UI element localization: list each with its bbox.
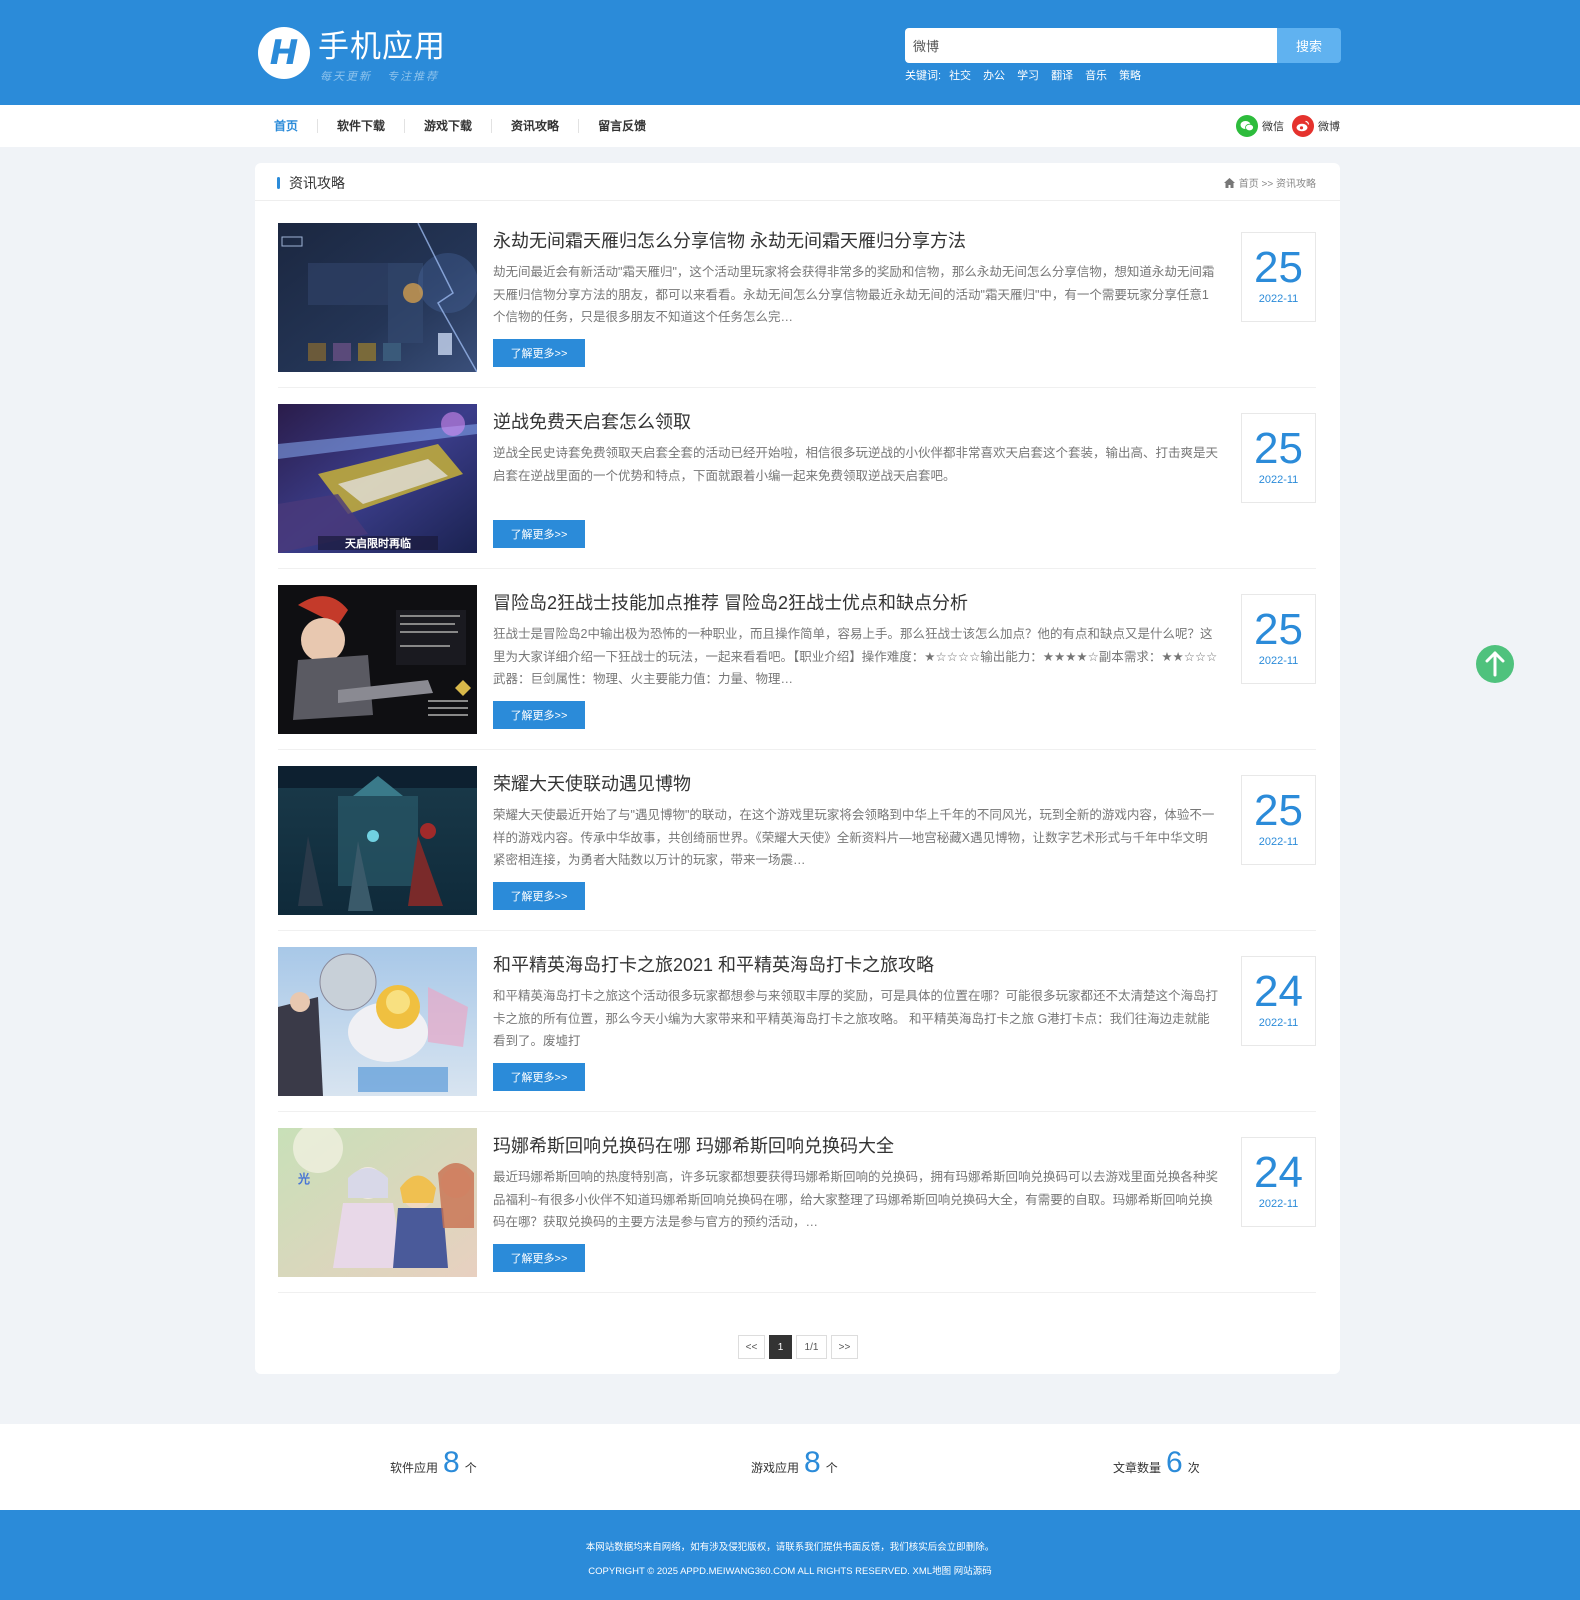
article-item: 天启限时再临 逆战免费天启套怎么领取 逆战全民史诗套免费领取天启套全套的活动已经… [278, 404, 1316, 569]
article-summary: 和平精英海岛打卡之旅这个活动很多玩家都想参与来领取丰厚的奖励，可是具体的位置在哪… [493, 989, 1219, 1048]
date-badge: 25 2022-11 [1241, 232, 1316, 322]
search-box: 搜索 [905, 28, 1341, 63]
search-input[interactable] [905, 28, 1277, 63]
date-badge: 24 2022-11 [1241, 1137, 1316, 1227]
search-button[interactable]: 搜索 [1277, 28, 1341, 63]
date-day: 25 [1254, 605, 1303, 654]
nav-item-feedback[interactable]: 留言反馈 [579, 119, 665, 133]
article-thumbnail[interactable] [278, 947, 477, 1096]
article-thumbnail[interactable]: 光 [278, 1128, 477, 1277]
article-summary: 劫无间最近会有新活动"霜天雁归"，这个活动里玩家将会获得非常多的奖励和信物，那么… [493, 265, 1215, 324]
date-badge: 25 2022-11 [1241, 775, 1316, 865]
article-item: 冒险岛2狂战士技能加点推荐 冒险岛2狂战士优点和缺点分析 狂战士是冒险岛2中输出… [278, 585, 1316, 750]
panel-header: 资讯攻略 首页 >> 资讯攻略 [255, 163, 1340, 201]
nav-item-software[interactable]: 软件下载 [318, 119, 406, 133]
article-thumbnail[interactable] [278, 223, 477, 372]
article-title[interactable]: 冒险岛2狂战士技能加点推荐 冒险岛2狂战士优点和缺点分析 [493, 589, 968, 615]
nav-item-home[interactable]: 首页 [255, 119, 319, 133]
article-summary: 荣耀大天使最近开始了与"遇见博物"的联动，在这个游戏里玩家将会领略到中华上千年的… [493, 808, 1215, 867]
article-title[interactable]: 永劫无间霜天雁归怎么分享信物 永劫无间霜天雁归分享方法 [493, 227, 966, 253]
keywords-label: 关键词: [905, 70, 942, 82]
article-thumbnail[interactable] [278, 585, 477, 734]
keyword-link[interactable]: 社交 [949, 67, 971, 83]
read-more-button[interactable]: 了解更多>> [493, 520, 585, 548]
back-to-top-button[interactable] [1476, 645, 1514, 683]
svg-text:天启限时再临: 天启限时再临 [345, 536, 411, 550]
footer-disclaimer: 本网站数据均来自网络，如有涉及侵犯版权，请联系我们提供书面反馈，我们核实后会立即… [585, 1542, 995, 1553]
date-year-month: 2022-11 [1258, 1017, 1299, 1029]
site-slogan: 每天更新 专注推荐 [320, 71, 440, 83]
read-more-button[interactable]: 了解更多>> [493, 701, 585, 729]
stat-games: 游戏应用 8 个 [751, 1446, 838, 1479]
article-title[interactable]: 玛娜希斯回响兑换码在哪 玛娜希斯回响兑换码大全 [493, 1132, 894, 1158]
date-day: 25 [1254, 786, 1303, 835]
date-day: 24 [1254, 967, 1303, 1016]
date-badge: 24 2022-11 [1241, 956, 1316, 1046]
date-day: 25 [1254, 424, 1303, 473]
article-item: 和平精英海岛打卡之旅2021 和平精英海岛打卡之旅攻略 和平精英海岛打卡之旅这个… [278, 947, 1316, 1112]
article-item: 永劫无间霜天雁归怎么分享信物 永劫无间霜天雁归分享方法 劫无间最近会有新活动"霜… [278, 223, 1316, 388]
site-title: 手机应用 [318, 29, 446, 64]
date-year-month: 2022-11 [1258, 836, 1299, 848]
nav-item-games[interactable]: 游戏下载 [405, 119, 493, 133]
panel-title: 资讯攻略 [277, 173, 345, 193]
date-year-month: 2022-11 [1258, 293, 1299, 305]
main-nav: 首页 软件下载 游戏下载 资讯攻略 留言反馈 微信 微博 [0, 105, 1580, 147]
article-thumbnail[interactable] [278, 766, 477, 915]
read-more-button[interactable]: 了解更多>> [493, 1244, 585, 1272]
site-footer: 本网站数据均来自网络，如有涉及侵犯版权，请联系我们提供书面反馈，我们核实后会立即… [0, 1510, 1580, 1600]
weibo-icon [1292, 115, 1314, 137]
keyword-link[interactable]: 翻译 [1051, 67, 1073, 83]
date-badge: 25 2022-11 [1241, 594, 1316, 684]
date-badge: 25 2022-11 [1241, 413, 1316, 503]
article-item: 荣耀大天使联动遇见博物 荣耀大天使最近开始了与"遇见博物"的联动，在这个游戏里玩… [278, 766, 1316, 931]
stat-articles: 文章数量 6 次 [1113, 1446, 1200, 1479]
date-day: 25 [1254, 243, 1303, 292]
page-info: 1/1 [796, 1335, 827, 1359]
arrow-up-icon [1485, 651, 1505, 677]
keyword-link[interactable]: 音乐 [1085, 67, 1107, 83]
article-summary: 最近玛娜希斯回响的热度特别高，许多玩家都想要获得玛娜希斯回响的兑换码，拥有玛娜希… [493, 1170, 1219, 1229]
article-thumbnail[interactable]: 天启限时再临 [278, 404, 477, 553]
logo-icon: H [258, 27, 310, 79]
home-icon [1223, 177, 1235, 188]
weibo-link[interactable]: 微博 [1292, 115, 1340, 137]
article-title[interactable]: 逆战免费天启套怎么领取 [493, 408, 691, 434]
pagination: << 1 1/1 >> [738, 1335, 862, 1359]
site-stats: 软件应用 8 个 游戏应用 8 个 文章数量 6 次 [0, 1424, 1580, 1510]
site-header: H 手机应用 每天更新 专注推荐 搜索 关键词: 社交 办公 学习 翻译 音乐 … [0, 0, 1580, 105]
wechat-icon [1236, 115, 1258, 137]
next-page-button[interactable]: >> [831, 1335, 858, 1359]
nav-item-news[interactable]: 资讯攻略 [492, 119, 580, 133]
wechat-label: 微信 [1262, 121, 1284, 133]
read-more-button[interactable]: 了解更多>> [493, 1063, 585, 1091]
read-more-button[interactable]: 了解更多>> [493, 882, 585, 910]
read-more-button[interactable]: 了解更多>> [493, 339, 585, 367]
keyword-link[interactable]: 办公 [983, 67, 1005, 83]
footer-copyright: COPYRIGHT © 2025 APPD.MEIWANG360.COM ALL… [588, 1566, 992, 1577]
social-links: 微信 微博 [1228, 115, 1340, 137]
news-panel: 资讯攻略 首页 >> 资讯攻略 永劫无间霜天雁归怎么分享信物 永劫无间霜天雁归分… [255, 163, 1340, 1374]
date-year-month: 2022-11 [1258, 474, 1299, 486]
breadcrumb[interactable]: 首页 >> 资讯攻略 [1223, 175, 1316, 190]
wechat-link[interactable]: 微信 [1236, 115, 1284, 137]
article-title[interactable]: 和平精英海岛打卡之旅2021 和平精英海岛打卡之旅攻略 [493, 951, 934, 977]
article-item: 光 玛娜希斯回响兑换码在哪 玛娜希斯回响兑换码大全 最近玛娜希斯回响的热度特别高… [278, 1128, 1316, 1293]
stat-software: 软件应用 8 个 [390, 1446, 477, 1479]
search-keywords: 关键词: 社交 办公 学习 翻译 音乐 策略 [905, 67, 1153, 83]
svg-text:光: 光 [297, 1171, 310, 1186]
keyword-link[interactable]: 策略 [1119, 67, 1141, 83]
article-summary: 逆战全民史诗套免费领取天启套全套的活动已经开始啦，相信很多玩逆战的小伙伴都非常喜… [493, 446, 1219, 483]
article-summary: 狂战士是冒险岛2中输出极为恐怖的一种职业，而且操作简单，容易上手。那么狂战士该怎… [493, 627, 1218, 686]
article-title[interactable]: 荣耀大天使联动遇见博物 [493, 770, 691, 796]
date-year-month: 2022-11 [1258, 655, 1299, 667]
page-1-button[interactable]: 1 [769, 1335, 792, 1359]
date-year-month: 2022-11 [1258, 1198, 1299, 1210]
prev-page-button[interactable]: << [738, 1335, 765, 1359]
weibo-label: 微博 [1318, 121, 1340, 133]
date-day: 24 [1254, 1148, 1303, 1197]
keyword-link[interactable]: 学习 [1017, 67, 1039, 83]
site-logo[interactable]: H 手机应用 每天更新 专注推荐 [258, 27, 446, 84]
